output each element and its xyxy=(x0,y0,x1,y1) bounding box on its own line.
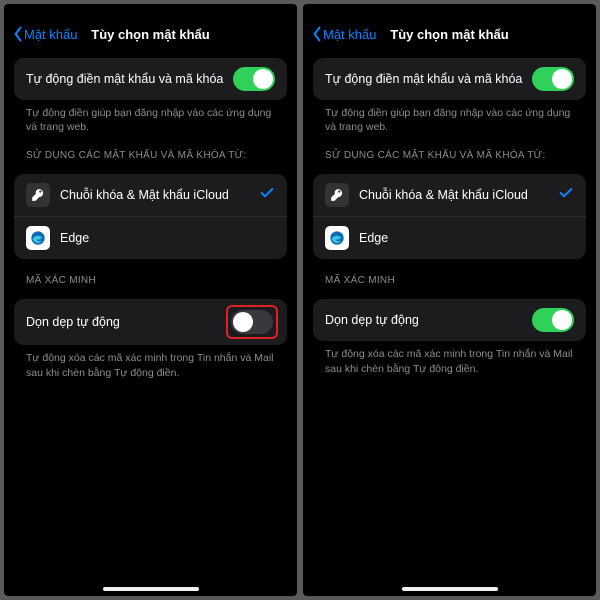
verify-footer: Tự động xóa các mã xác minh trong Tin nh… xyxy=(313,341,586,375)
verify-group: Dọn dẹp tự động xyxy=(313,299,586,341)
back-button[interactable]: Mật khẩu xyxy=(12,26,77,42)
source-edge-label: Edge xyxy=(359,231,574,245)
verify-header: MÃ XÁC MINH xyxy=(313,259,586,291)
autofill-row[interactable]: Tự động điền mật khẩu và mã khóa xyxy=(313,58,586,100)
back-label: Mật khẩu xyxy=(323,27,376,42)
cleanup-label: Dọn dẹp tự động xyxy=(325,313,532,327)
status-bar xyxy=(303,4,596,22)
checkmark-icon xyxy=(259,185,275,206)
phone-left: Mật khẩu Tùy chọn mật khẩu Tự động điền … xyxy=(4,4,297,596)
verify-header: MÃ XÁC MINH xyxy=(14,259,287,291)
source-edge-label: Edge xyxy=(60,231,275,245)
phone-right: Mật khẩu Tùy chọn mật khẩu Tự động điền … xyxy=(303,4,596,596)
home-indicator[interactable] xyxy=(103,587,199,591)
chevron-left-icon xyxy=(311,26,323,42)
nav-bar: Mật khẩu Tùy chọn mật khẩu xyxy=(303,22,596,50)
source-icloud-row[interactable]: Chuỗi khóa & Mật khẩu iCloud xyxy=(14,174,287,216)
autofill-label: Tự động điền mật khẩu và mã khóa xyxy=(26,72,233,86)
sources-group: Chuỗi khóa & Mật khẩu iCloud Edge xyxy=(14,174,287,259)
source-icloud-label: Chuỗi khóa & Mật khẩu iCloud xyxy=(60,188,259,202)
cleanup-row[interactable]: Dọn dẹp tự động xyxy=(14,299,287,345)
sources-header: SỬ DỤNG CÁC MẬT KHẨU VÀ MÃ KHÓA TỪ: xyxy=(14,134,287,166)
sources-header: SỬ DỤNG CÁC MẬT KHẨU VÀ MÃ KHÓA TỪ: xyxy=(313,134,586,166)
chevron-left-icon xyxy=(12,26,24,42)
source-icloud-label: Chuỗi khóa & Mật khẩu iCloud xyxy=(359,188,558,202)
home-indicator[interactable] xyxy=(402,587,498,591)
edge-icon xyxy=(26,226,50,250)
autofill-label: Tự động điền mật khẩu và mã khóa xyxy=(325,72,532,86)
source-edge-row[interactable]: Edge xyxy=(14,216,287,259)
cleanup-label: Dọn dẹp tự động xyxy=(26,315,229,329)
nav-bar: Mật khẩu Tùy chọn mật khẩu xyxy=(4,22,297,50)
verify-group: Dọn dẹp tự động xyxy=(14,299,287,345)
edge-icon xyxy=(325,226,349,250)
status-bar xyxy=(4,4,297,22)
autofill-footer: Tự động điền giúp bạn đăng nhập vào các … xyxy=(313,100,586,134)
cleanup-row[interactable]: Dọn dẹp tự động xyxy=(313,299,586,341)
autofill-toggle[interactable] xyxy=(532,67,574,91)
source-icloud-row[interactable]: Chuỗi khóa & Mật khẩu iCloud xyxy=(313,174,586,216)
key-icon xyxy=(26,183,50,207)
verify-footer: Tự động xóa các mã xác minh trong Tin nh… xyxy=(14,345,287,379)
cleanup-toggle[interactable] xyxy=(231,310,273,334)
autofill-group: Tự động điền mật khẩu và mã khóa xyxy=(313,58,586,100)
cleanup-toggle[interactable] xyxy=(532,308,574,332)
autofill-toggle[interactable] xyxy=(233,67,275,91)
highlight-box xyxy=(229,308,275,336)
sources-group: Chuỗi khóa & Mật khẩu iCloud Edge xyxy=(313,174,586,259)
autofill-group: Tự động điền mật khẩu và mã khóa xyxy=(14,58,287,100)
back-label: Mật khẩu xyxy=(24,27,77,42)
key-icon xyxy=(325,183,349,207)
checkmark-icon xyxy=(558,185,574,206)
back-button[interactable]: Mật khẩu xyxy=(311,26,376,42)
source-edge-row[interactable]: Edge xyxy=(313,216,586,259)
autofill-footer: Tự động điền giúp bạn đăng nhập vào các … xyxy=(14,100,287,134)
autofill-row[interactable]: Tự động điền mật khẩu và mã khóa xyxy=(14,58,287,100)
